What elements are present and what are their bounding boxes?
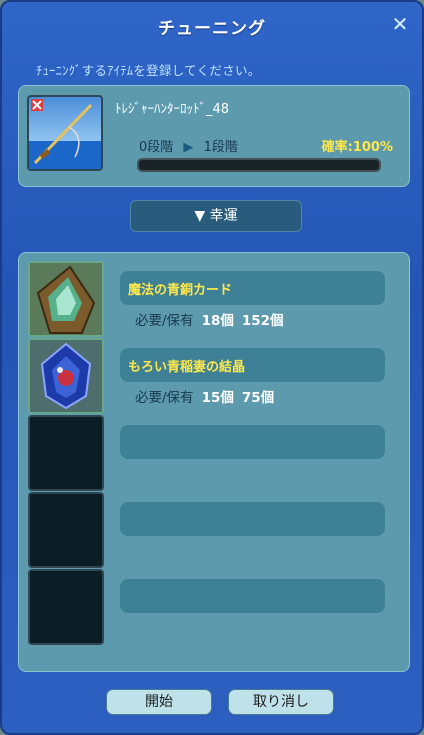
cancel-button[interactable]: 取り消し — [228, 689, 334, 715]
instruction-text: ﾁｭｰﾆﾝｸﾞするｱｲﾃﾑを登録してください。 — [36, 63, 261, 78]
material-name-bar-4 — [120, 502, 385, 536]
owned-count-2: 75個 — [241, 390, 275, 406]
required-count-1: 18個 — [201, 313, 234, 329]
material-slot-3[interactable] — [28, 415, 104, 491]
material-slot-5[interactable] — [28, 569, 104, 645]
material-slot-1[interactable] — [28, 261, 104, 337]
required-owned-label-2: 必要/保有 — [135, 390, 194, 406]
stage-from: 0段階 — [139, 140, 174, 155]
rod-item-icon[interactable] — [27, 95, 103, 171]
material-name-bar-1: 魔法の青銅カード — [120, 271, 385, 305]
material-slot-4[interactable] — [28, 492, 104, 568]
materials-panel: 魔法の青銅カード 必要/保有 18個 152個 もろい青稲妻の結晶 必要/保有 15個… — [18, 252, 410, 672]
title-bar[interactable]: チューニング ✕ — [2, 2, 422, 48]
material-name-bar-5 — [120, 579, 385, 613]
window-title: チューニング — [158, 19, 266, 39]
material-slot-2[interactable] — [28, 338, 104, 414]
luck-dropdown-button[interactable]: ▼ 幸運 — [130, 200, 302, 232]
blue-lightning-crystal-icon — [30, 340, 102, 412]
material-requirement-2: 必要/保有 15個 75個 — [135, 386, 274, 406]
material-name-bar-2: もろい青稲妻の結晶 — [120, 348, 385, 382]
progress-bar — [137, 158, 381, 172]
target-item-name: ﾄﾚｼﾞｬｰﾊﾝﾀｰﾛｯﾄﾞ_48 — [115, 102, 230, 117]
material-name-bar-3 — [120, 425, 385, 459]
target-item-panel: ﾄﾚｼﾞｬｰﾊﾝﾀｰﾛｯﾄﾞ_48 0段階 ▶ 1段階 確率:100% — [18, 85, 410, 187]
required-count-2: 15個 — [201, 390, 234, 406]
start-button[interactable]: 開始 — [106, 689, 212, 715]
stage-indicator: 0段階 ▶ 1段階 — [139, 136, 238, 155]
material-requirement-1: 必要/保有 18個 152個 — [135, 309, 284, 329]
material-name-2: もろい青稲妻の結晶 — [128, 360, 246, 375]
required-owned-label-1: 必要/保有 — [135, 313, 194, 329]
tuning-window: チューニング ✕ ﾁｭｰﾆﾝｸﾞするｱｲﾃﾑを登録してください。 ﾄﾚｼﾞｬｰﾊ… — [0, 0, 424, 735]
owned-count-1: 152個 — [241, 313, 284, 329]
success-rate: 確率:100% — [321, 140, 393, 155]
stage-arrow-icon: ▶ — [183, 140, 194, 155]
close-icon[interactable]: ✕ — [388, 12, 412, 36]
material-name-1: 魔法の青銅カード — [128, 283, 233, 298]
stage-to: 1段階 — [203, 140, 238, 155]
bronze-card-icon — [30, 263, 102, 335]
